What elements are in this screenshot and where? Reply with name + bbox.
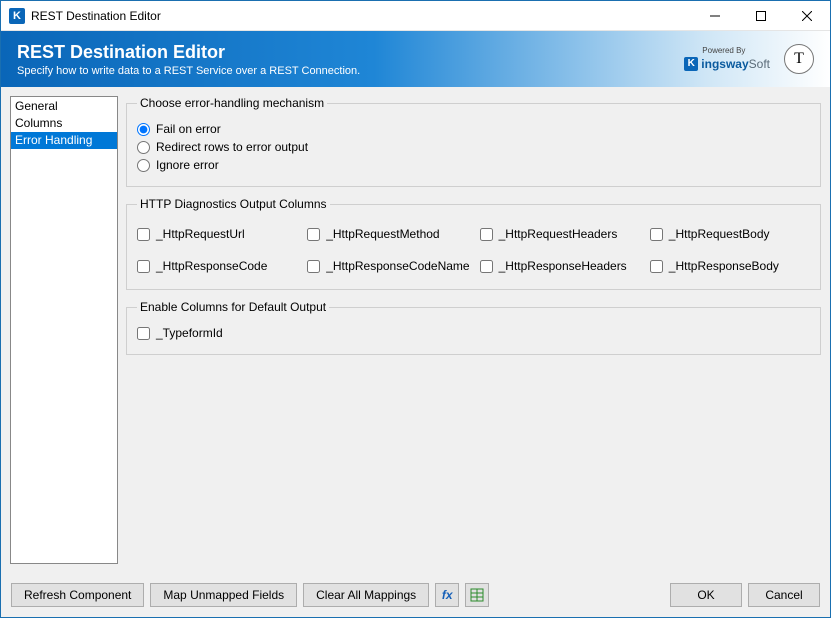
button-label: OK (697, 588, 714, 602)
check-http-request-method[interactable]: _HttpRequestMethod (307, 227, 469, 241)
window-title: REST Destination Editor (31, 9, 161, 23)
group-http-diagnostics: HTTP Diagnostics Output Columns _HttpReq… (126, 197, 821, 290)
checkbox-label: _HttpRequestBody (669, 227, 770, 241)
checkbox-input[interactable] (480, 228, 493, 241)
refresh-component-button[interactable]: Refresh Component (11, 583, 144, 607)
check-typeform-id[interactable]: _TypeformId (137, 326, 810, 340)
checkbox-input[interactable] (650, 260, 663, 273)
radio-label: Fail on error (156, 122, 221, 136)
check-http-response-body[interactable]: _HttpResponseBody (650, 259, 810, 273)
group-default-output: Enable Columns for Default Output _Typef… (126, 300, 821, 355)
kingswaysoft-logo: Powered By K ingswaySoft (684, 47, 770, 71)
checkbox-label: _HttpRequestMethod (326, 227, 439, 241)
checkbox-input[interactable] (650, 228, 663, 241)
radio-label: Redirect rows to error output (156, 140, 308, 154)
radio-fail-on-error[interactable]: Fail on error (137, 122, 810, 136)
radio-input[interactable] (137, 159, 150, 172)
header-round-button[interactable]: T (784, 44, 814, 74)
checkbox-input[interactable] (480, 260, 493, 273)
checkbox-label: _HttpResponseHeaders (499, 259, 627, 273)
main-panel: Choose error-handling mechanism Fail on … (126, 96, 821, 564)
checkbox-input[interactable] (307, 260, 320, 273)
checkbox-input[interactable] (137, 260, 150, 273)
close-button[interactable] (784, 1, 830, 31)
check-http-response-code[interactable]: _HttpResponseCode (137, 259, 297, 273)
footer: Refresh Component Map Unmapped Fields Cl… (1, 573, 830, 617)
checkbox-input[interactable] (137, 327, 150, 340)
button-label: Clear All Mappings (316, 588, 416, 602)
maximize-button[interactable] (738, 1, 784, 31)
logo-k-mark: K (684, 57, 698, 71)
sidebar-item-label: Error Handling (15, 133, 92, 147)
sidebar-item-error-handling[interactable]: Error Handling (11, 132, 117, 149)
minimize-button[interactable] (692, 1, 738, 31)
group-legend: HTTP Diagnostics Output Columns (137, 197, 330, 211)
group-legend: Enable Columns for Default Output (137, 300, 329, 314)
sidebar: General Columns Error Handling (10, 96, 118, 564)
app-icon: K (9, 8, 25, 24)
checkbox-label: _HttpRequestUrl (156, 227, 245, 241)
header-title: REST Destination Editor (17, 42, 360, 63)
button-label: Cancel (765, 588, 802, 602)
group-error-mechanism: Choose error-handling mechanism Fail on … (126, 96, 821, 187)
powered-by-label: Powered By (702, 47, 745, 55)
check-http-response-code-name[interactable]: _HttpResponseCodeName (307, 259, 469, 273)
checkbox-label: _HttpResponseBody (669, 259, 779, 273)
fx-icon: fx (442, 588, 453, 602)
checkbox-label: _HttpResponseCode (156, 259, 267, 273)
checkbox-label: _HttpRequestHeaders (499, 227, 618, 241)
check-http-request-url[interactable]: _HttpRequestUrl (137, 227, 297, 241)
group-legend: Choose error-handling mechanism (137, 96, 327, 110)
radio-input[interactable] (137, 141, 150, 154)
button-label: Refresh Component (24, 588, 131, 602)
checkbox-label: _TypeformId (156, 326, 223, 340)
check-http-response-headers[interactable]: _HttpResponseHeaders (480, 259, 640, 273)
header-subtitle: Specify how to write data to a REST Serv… (17, 65, 360, 77)
body: General Columns Error Handling Choose er… (1, 87, 830, 573)
header-banner: REST Destination Editor Specify how to w… (1, 31, 830, 87)
radio-label: Ignore error (156, 158, 219, 172)
sidebar-item-general[interactable]: General (11, 98, 117, 115)
header-round-label: T (794, 50, 804, 68)
columns-button[interactable] (465, 583, 489, 607)
checkbox-input[interactable] (307, 228, 320, 241)
check-http-request-headers[interactable]: _HttpRequestHeaders (480, 227, 640, 241)
radio-redirect-rows[interactable]: Redirect rows to error output (137, 140, 810, 154)
ok-button[interactable]: OK (670, 583, 742, 607)
radio-ignore-error[interactable]: Ignore error (137, 158, 810, 172)
sidebar-item-label: Columns (15, 116, 62, 130)
checkbox-label: _HttpResponseCodeName (326, 259, 469, 273)
header-text: REST Destination Editor Specify how to w… (17, 42, 360, 77)
clear-all-mappings-button[interactable]: Clear All Mappings (303, 583, 429, 607)
sidebar-item-columns[interactable]: Columns (11, 115, 117, 132)
cancel-button[interactable]: Cancel (748, 583, 820, 607)
map-unmapped-fields-button[interactable]: Map Unmapped Fields (150, 583, 297, 607)
radio-input[interactable] (137, 123, 150, 136)
expression-button[interactable]: fx (435, 583, 459, 607)
titlebar: K REST Destination Editor (1, 1, 830, 31)
check-http-request-body[interactable]: _HttpRequestBody (650, 227, 810, 241)
window: K REST Destination Editor REST Destinati… (0, 0, 831, 618)
button-label: Map Unmapped Fields (163, 588, 284, 602)
checkbox-input[interactable] (137, 228, 150, 241)
columns-icon (470, 588, 484, 602)
sidebar-item-label: General (15, 99, 58, 113)
